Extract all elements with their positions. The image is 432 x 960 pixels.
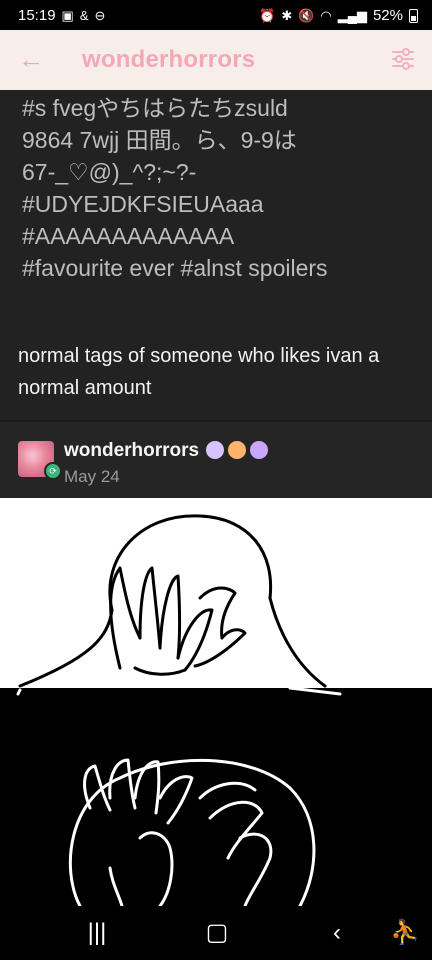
badge-icon[interactable]: [206, 441, 224, 459]
post-image[interactable]: [0, 498, 432, 906]
badge-icon[interactable]: [250, 441, 268, 459]
tag-line[interactable]: 9864 7wjj 田間。ら、9-9は: [22, 124, 422, 156]
signal-icon: ▂▄▆: [337, 7, 367, 23]
bluetooth-icon: ✱: [281, 7, 293, 23]
tag-line[interactable]: 67-_♡@)_^?;~?-: [22, 156, 422, 188]
status-extra: &: [79, 7, 89, 23]
user-badges: [206, 441, 268, 459]
tag-line[interactable]: #UDYEJDKFSIEUAaaa: [22, 188, 422, 220]
system-nav-bar: ||| ▢ ‹ ⛹: [0, 906, 432, 960]
tag-line[interactable]: #favourite ever #alnst spoilers: [22, 252, 422, 284]
post-tags: #s fvegやちはらたちzsuld 9864 7wjj 田間。ら、9-9は 6…: [22, 92, 422, 284]
battery-percent: 52%: [372, 7, 403, 24]
post-body-text: normal tags of someone who likes ivan a …: [18, 345, 380, 399]
reblog-icon: ⟳: [44, 462, 62, 480]
accessibility-icon[interactable]: ⛹: [390, 918, 420, 948]
blog-title[interactable]: wonderhorrors: [82, 46, 255, 74]
status-bar: 15:19 ▣ & ⊖ ⏰ ✱ 🔇 ◠ ▂▄▆ 52%: [0, 0, 432, 30]
reblog-username[interactable]: wonderhorrors: [64, 440, 199, 462]
back-icon[interactable]: ‹: [322, 918, 352, 948]
alarm-icon: ⏰: [259, 7, 276, 23]
status-time: 15:19: [18, 7, 56, 24]
battery-icon: [409, 8, 418, 23]
filter-settings-icon[interactable]: [390, 46, 416, 72]
mute-icon: 🔇: [298, 7, 315, 23]
gallery-notification-icon: ▣: [61, 7, 74, 23]
post-date: May 24: [64, 467, 120, 486]
back-arrow-icon[interactable]: ←: [18, 46, 46, 74]
tag-line[interactable]: #AAAAAAAAAAAAA: [22, 220, 422, 252]
tag-line[interactable]: #s fvegやちはらたちzsuld: [22, 92, 422, 124]
app-bar: ← wonderhorrors: [0, 30, 432, 90]
wifi-icon: ◠: [320, 7, 332, 23]
recent-apps-icon[interactable]: |||: [82, 918, 112, 948]
reblog-header[interactable]: ⟳ wonderhorrors May 24: [0, 422, 432, 498]
badge-icon[interactable]: [228, 441, 246, 459]
do-not-disturb-icon: ⊖: [94, 7, 106, 23]
home-icon[interactable]: ▢: [202, 918, 232, 948]
